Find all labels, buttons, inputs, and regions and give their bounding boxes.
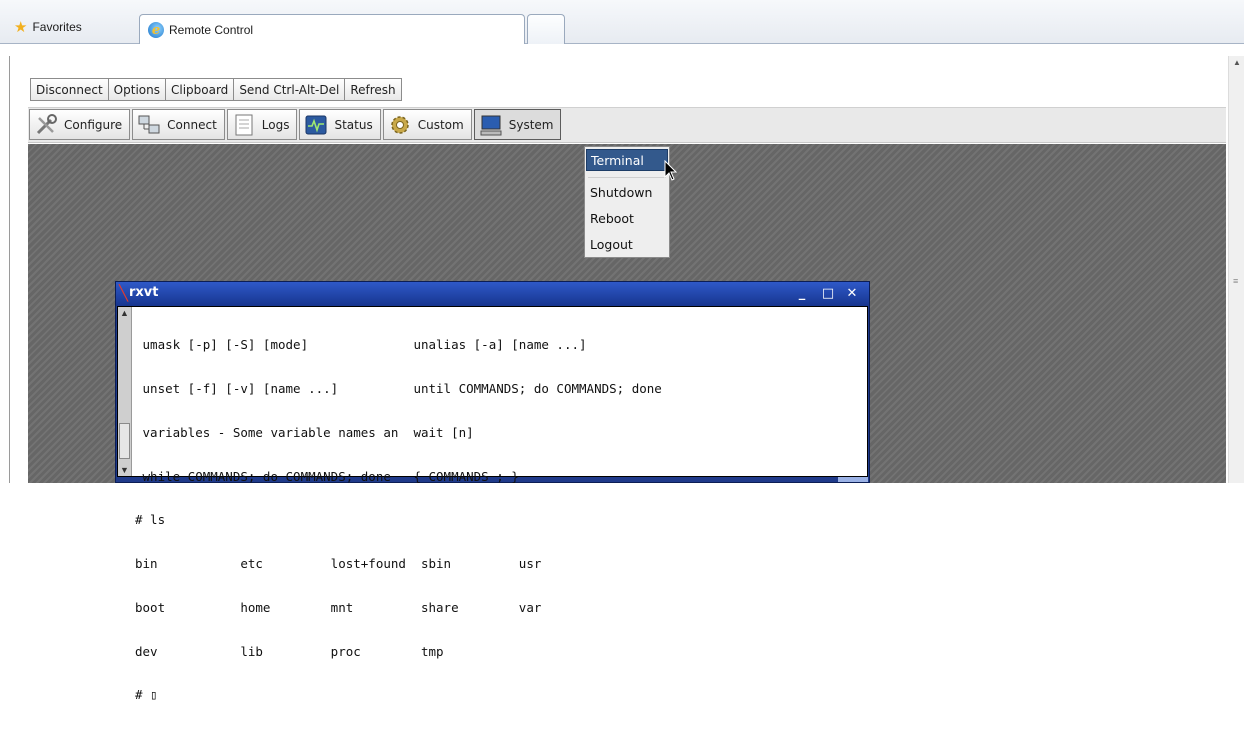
network-icon	[138, 115, 160, 133]
menu-item-shutdown[interactable]: Shutdown	[586, 181, 668, 203]
menu-separator	[588, 177, 666, 178]
system-dropdown-menu: Terminal Shutdown Reboot Logout	[584, 146, 670, 258]
terminal-area[interactable]: ▲ ▼ umask [-p] [-S] [mode] unalias [-a] …	[117, 306, 868, 702]
computer-icon	[480, 115, 502, 135]
configure-label: Configure	[64, 117, 123, 132]
terminal-line: boot home mnt share var	[135, 599, 542, 615]
disconnect-button[interactable]: Disconnect	[30, 78, 109, 101]
browser-tab-strip: ★ Favorites e Remote Control	[0, 0, 1244, 45]
terminal-line: while COMMANDS; do COMMANDS; done { COMM…	[135, 468, 519, 484]
scroll-up-icon[interactable]: ▲	[1233, 58, 1241, 67]
mouse-cursor-icon	[664, 160, 678, 181]
connect-button[interactable]: Connect	[132, 109, 225, 140]
terminal-line: # ls	[135, 512, 166, 528]
terminal-line: dev lib proc tmp	[135, 643, 444, 659]
scroll-up-icon[interactable]: ▲	[120, 308, 129, 318]
favorites-button[interactable]: ★ Favorites	[8, 16, 88, 38]
scroll-down-icon[interactable]: ▼	[120, 465, 129, 475]
tab-remote-control[interactable]: e Remote Control	[139, 14, 525, 45]
x-logo-icon: ╲	[119, 284, 129, 302]
system-button[interactable]: System	[473, 109, 562, 140]
terminal-scrollbar[interactable]: ▲ ▼	[118, 307, 132, 476]
favorites-label: Favorites	[32, 20, 82, 34]
terminal-line: umask [-p] [-S] [mode] unalias [-a] [nam…	[135, 337, 587, 353]
configure-button[interactable]: Configure	[29, 109, 131, 140]
scroll-grip-icon[interactable]: ≡	[1233, 276, 1238, 286]
menu-item-terminal[interactable]: Terminal	[586, 149, 668, 171]
status-label: Status	[334, 117, 373, 132]
terminal-output: umask [-p] [-S] [mode] unalias [-a] [nam…	[135, 309, 662, 732]
terminal-line: variables - Some variable names an wait …	[135, 424, 474, 440]
terminal-prompt-line: # ▯	[135, 687, 158, 703]
monitor-pulse-icon	[305, 115, 327, 134]
custom-button[interactable]: Custom	[382, 109, 472, 140]
star-icon: ★	[14, 18, 28, 36]
connect-label: Connect	[167, 117, 217, 132]
system-label: System	[508, 117, 554, 132]
logs-label: Logs	[261, 117, 290, 132]
page-scrollbar[interactable]: ▲ ≡	[1228, 56, 1244, 483]
send-ctrl-alt-del-button[interactable]: Send Ctrl-Alt-Del	[233, 78, 346, 101]
rxvt-window: ╲ rxvt _ □ ✕ ▲ ▼ umask [-p] [-S] [mode] …	[115, 281, 870, 702]
custom-label: Custom	[417, 117, 464, 132]
ie-icon: e	[148, 22, 164, 38]
close-button[interactable]: ✕	[844, 286, 860, 302]
window-title: rxvt	[129, 285, 159, 300]
scroll-thumb[interactable]	[119, 423, 130, 459]
gear-icon	[390, 115, 409, 134]
tab-label: Remote Control	[169, 23, 254, 37]
applet-toolbar-top: Disconnect Options Clipboard Send Ctrl-A…	[30, 78, 402, 101]
rxvt-titlebar[interactable]: ╲ rxvt _ □ ✕	[116, 282, 869, 306]
options-button[interactable]: Options	[107, 78, 166, 101]
maximize-button[interactable]: □	[820, 286, 836, 302]
window-resize-grip[interactable]	[838, 477, 868, 482]
refresh-button[interactable]: Refresh	[344, 78, 402, 101]
menu-item-reboot[interactable]: Reboot	[586, 207, 668, 229]
clipboard-button[interactable]: Clipboard	[164, 78, 235, 101]
tools-icon	[36, 113, 57, 134]
terminal-line: unset [-f] [-v] [name ...] until COMMAND…	[135, 380, 662, 396]
terminal-line: bin etc lost+found sbin usr	[135, 556, 542, 572]
menu-item-logout[interactable]: Logout	[586, 233, 668, 255]
minimize-button[interactable]: _	[794, 286, 810, 302]
logs-button[interactable]: Logs	[226, 109, 298, 140]
applet-toolbar-main: Configure Connect Logs Status Custom Sys…	[29, 109, 563, 140]
status-button[interactable]: Status	[299, 109, 381, 140]
new-tab-button[interactable]	[527, 14, 565, 44]
document-icon	[235, 114, 253, 135]
